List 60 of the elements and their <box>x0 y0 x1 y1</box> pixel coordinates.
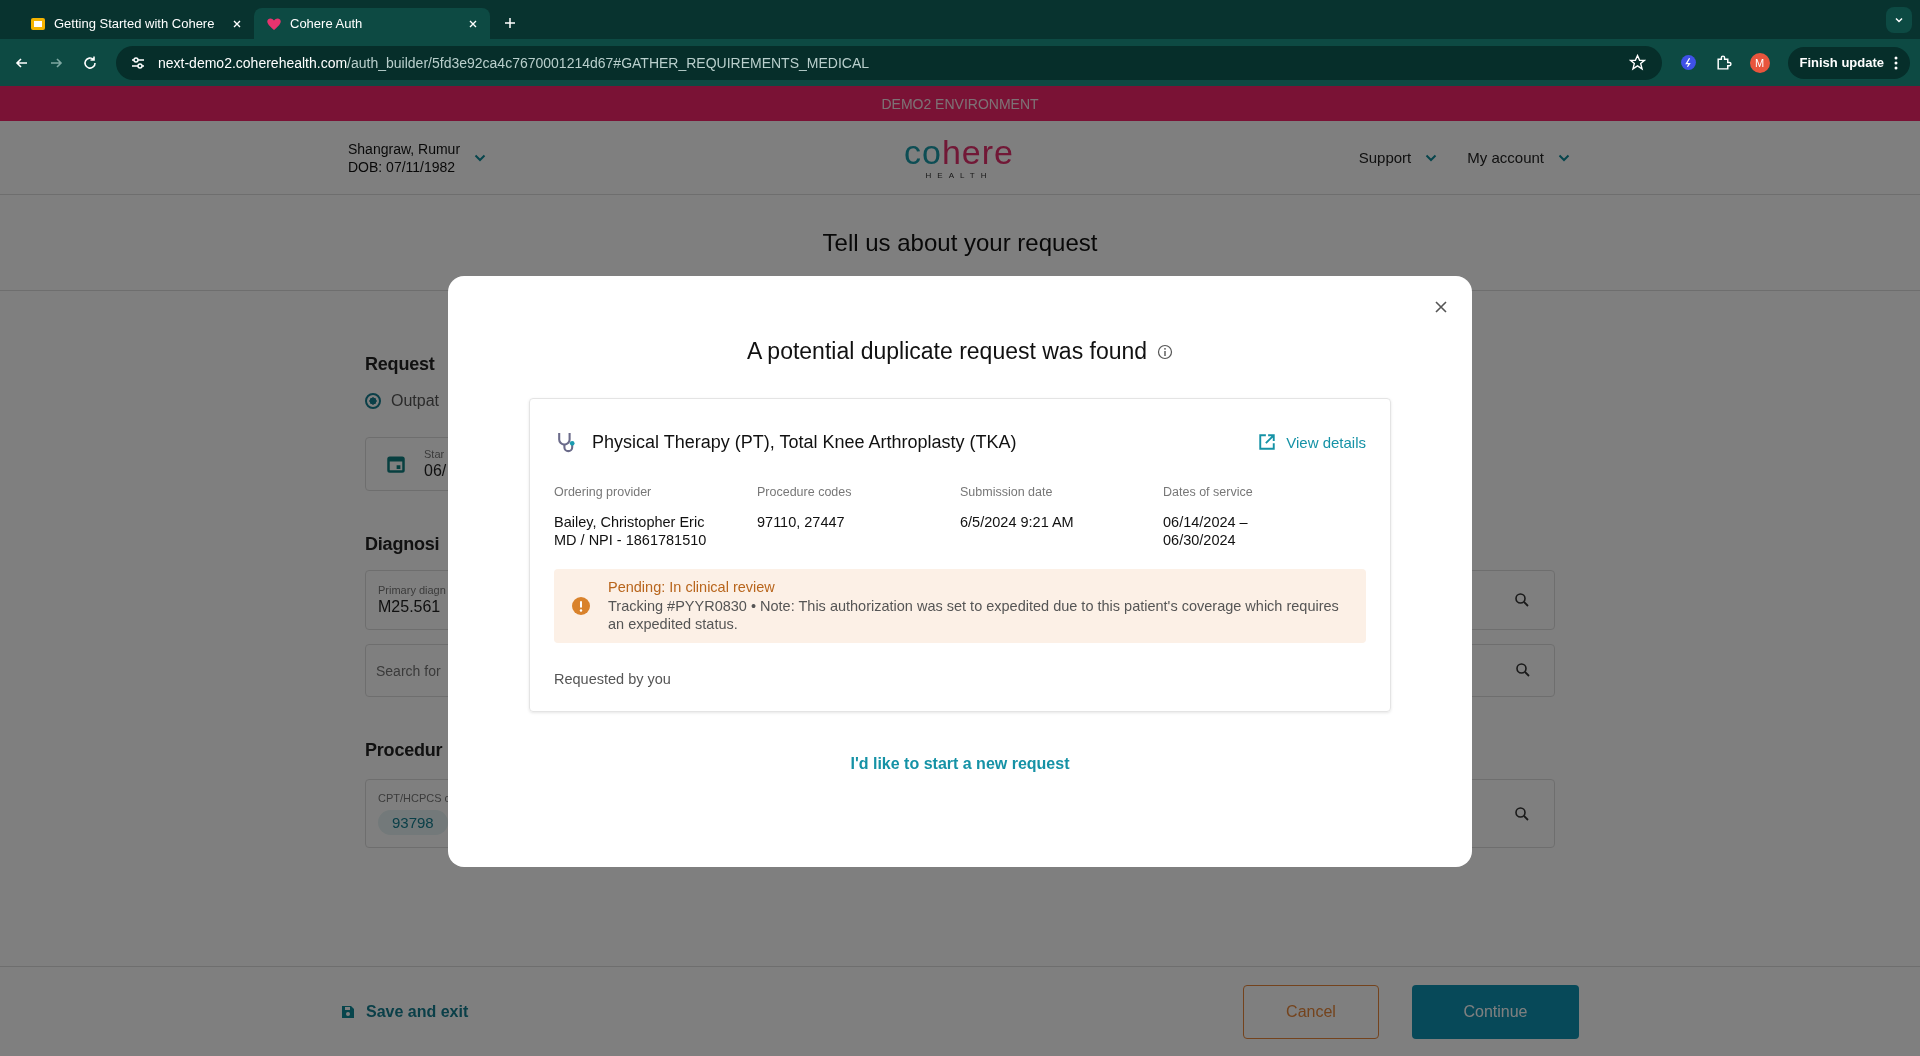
search-icon <box>1514 805 1530 822</box>
field-label: Submission date <box>960 485 1054 499</box>
radio-option[interactable]: Outpat <box>365 389 475 413</box>
nav-menu[interactable]: Support <box>1358 149 1438 166</box>
extension-icon[interactable] <box>1679 54 1697 71</box>
banner-text: DEMO2 ENVIRONMENT <box>881 95 1039 112</box>
document-icon <box>30 15 46 32</box>
search-icon <box>1515 662 1531 678</box>
field-label: Dates of service <box>1163 485 1254 499</box>
continue-button[interactable]: Continue <box>1412 984 1579 1039</box>
more-icon <box>1894 55 1898 70</box>
page-title: Tell us about your request <box>822 228 1098 257</box>
chevron-down-icon <box>1425 153 1438 162</box>
external-link-icon <box>1258 433 1277 451</box>
tab-title: Cohere Auth <box>290 16 364 31</box>
field-value: 06/14/2024 – 06/30/2024 <box>1163 513 1249 549</box>
browser-tab[interactable]: Cohere Auth <box>254 8 490 39</box>
puzzle-icon[interactable] <box>1714 54 1732 71</box>
patient-selector[interactable]: Shangraw, Rumur DOB: 07/11/1982 <box>348 140 848 175</box>
code-chip[interactable]: 93798 <box>378 810 448 835</box>
section-heading: Diagnosi <box>365 533 440 556</box>
chevron-down-icon <box>474 153 487 162</box>
search-icon <box>1514 592 1530 608</box>
section-heading: Request <box>365 353 435 376</box>
browser-tab[interactable]: Getting Started with Cohere <box>18 8 254 39</box>
field-value: 6/5/2024 9:21 AM <box>960 513 1075 531</box>
dialog-title: A potential duplicate request was found <box>746 338 1148 365</box>
close-icon[interactable] <box>1434 300 1448 314</box>
section-heading: Procedur <box>365 739 443 762</box>
alert-status: Pending: In clinical review <box>608 579 776 595</box>
url-text: next-demo2.coherehealth.com/auth_builder/5fd3e92ca4c7670001214d67#GATHER_REQUIREMENTS_MEDICAL <box>158 54 870 71</box>
warning-icon <box>572 597 590 615</box>
requested-by-text: Requested by you <box>554 671 672 687</box>
save-and-exit-button[interactable]: Save and exit <box>340 1002 469 1021</box>
field-value: Bailey, Christopher Eric MD / NPI - 1861781510 <box>554 513 708 549</box>
heart-icon <box>266 15 282 32</box>
field-value: 97110, 27447 <box>757 513 846 531</box>
logo: cohere HEALTH <box>903 135 1015 180</box>
new-tab-icon[interactable] <box>504 17 516 29</box>
site-settings-icon[interactable] <box>130 54 146 71</box>
field-label: Procedure codes <box>757 485 853 499</box>
chevron-down-icon <box>1558 153 1570 162</box>
view-details-link[interactable]: View details <box>1258 433 1366 451</box>
star-icon[interactable] <box>1628 54 1646 71</box>
profile-avatar[interactable]: M <box>1749 52 1770 73</box>
field-label: Ordering provider <box>554 485 653 499</box>
reload-icon[interactable] <box>82 54 98 71</box>
new-request-link[interactable]: I'd like to start a new request <box>850 755 1070 773</box>
cancel-button[interactable]: Cancel <box>1243 984 1379 1039</box>
nav-menu[interactable]: My account <box>1467 149 1570 166</box>
save-icon <box>340 1003 356 1020</box>
tab-title: Getting Started with Cohere <box>54 16 216 31</box>
finish-update-button[interactable]: Finish update <box>1787 46 1910 79</box>
url-field[interactable]: next-demo2.coherehealth.com/auth_builder/5fd3e92ca4c7670001214d67#GATHER_REQUIREMENTS_MEDICAL <box>116 45 1662 80</box>
info-icon[interactable] <box>1157 343 1174 360</box>
alert-text: Tracking #PYYR0830 • Note: This authorization was set to expedited due to this patient's coverage which requires an expedited status. <box>608 597 1340 633</box>
request-title: Physical Therapy (PT), Total Knee Arthroplasty (TKA) <box>592 431 1017 453</box>
radio-button[interactable] <box>365 393 381 409</box>
calendar-icon <box>386 454 406 474</box>
chevron-down-icon <box>1894 15 1904 25</box>
